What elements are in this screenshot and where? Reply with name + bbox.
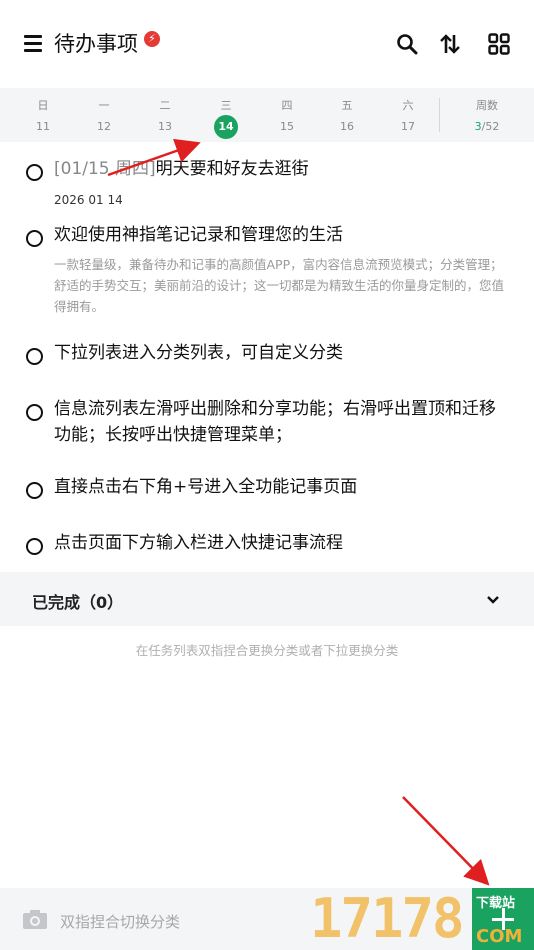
completed-section-toggle[interactable]: 已完成（0） [0,572,534,626]
date-number: 15 [280,120,294,133]
task-checkbox[interactable] [26,482,43,499]
task-title: 点击页面下方输入栏进入快捷记事流程 [54,533,343,553]
task-title: 信息流列表左滑呼出删除和分享功能；右滑呼出置顶和迁移功能；长按呼出快捷管理菜单； [54,399,496,445]
watermark-top: 下载站 [476,896,516,911]
chevron-down-icon [486,592,500,606]
week-total: /52 [481,120,500,133]
annotation-arrow-bottom [402,796,490,886]
task-title: 下拉列表进入分类列表，可自定义分类 [54,343,343,363]
watermark-bottom: COM [476,926,523,947]
menu-icon[interactable] [24,35,42,52]
week-value: 3/52 [440,120,534,133]
weekday-label: 一 [98,99,110,112]
task-checkbox[interactable] [26,230,43,247]
weekday-label: 六 [402,99,414,112]
task-checkbox[interactable] [26,164,43,181]
weekday-label: 二 [159,99,171,112]
date-number: 12 [97,120,111,133]
date-number: 11 [36,120,50,133]
camera-icon[interactable] [22,908,48,930]
task-date: 2026 01 14 [54,193,123,207]
task-item[interactable]: [01/15 周四]明天要和好友去逛街 2026 01 14 [0,156,534,216]
page-title: 待办事项 [54,32,138,56]
sort-icon[interactable] [439,33,461,55]
hint-text: 在任务列表双指捏合更换分类或者下拉更换分类 [135,643,399,658]
task-item[interactable]: 信息流列表左滑呼出删除和分享功能；右滑呼出置顶和迁移功能；长按呼出快捷管理菜单； [0,396,534,452]
flash-badge-icon: ⚡ [144,31,160,47]
watermark-logo: 17178 下载站 COM [310,888,534,950]
task-title: 欢迎使用神指笔记记录和管理您的生活 [54,225,343,245]
task-item[interactable]: 直接点击右下角+号进入全功能记事页面 [0,474,534,504]
task-title-text: 明天要和好友去逛街 [155,159,309,179]
date-number: 17 [401,120,415,133]
task-item[interactable]: 欢迎使用神指笔记记录和管理您的生活 一款轻量级，兼备待办和记事的高颜值APP，富… [0,222,534,322]
task-item[interactable]: 点击页面下方输入栏进入快捷记事流程 [0,530,534,560]
app-header: 待办事项 ⚡ [0,0,534,88]
search-icon[interactable] [396,33,418,55]
weekday-label: 三 [220,99,232,112]
weekday-label: 日 [37,99,49,112]
weekday-label: 五 [341,99,353,112]
task-item[interactable]: 下拉列表进入分类列表，可自定义分类 [0,340,534,370]
task-date-prefix: [01/15 周四] [54,159,156,179]
task-checkbox[interactable] [26,404,43,421]
date-number-selected: 14 [214,115,238,139]
quick-input-placeholder[interactable]: 双指捏合切换分类 [60,911,180,932]
task-title: 直接点击右下角+号进入全功能记事页面 [54,477,358,497]
date-number: 16 [340,120,354,133]
date-number: 13 [158,120,172,133]
weekday-label: 四 [281,99,293,112]
watermark-digits: 17178 [310,887,465,950]
week-label: 周数 [476,99,498,112]
task-description: 一款轻量级，兼备待办和记事的高颜值APP，富内容信息流预览模式；分类管理；舒适的… [54,257,505,314]
task-title: [01/15 周四]明天要和好友去逛街 [54,156,514,182]
week-current: 3 [474,120,482,133]
task-checkbox[interactable] [26,538,43,555]
week-calendar: 日 11 一 12 二 13 三 14 四 15 五 16 六 17 周数 3/… [0,88,534,142]
completed-label: 已完成（0） [32,593,124,612]
task-checkbox[interactable] [26,348,43,365]
grid-icon[interactable] [488,33,510,55]
